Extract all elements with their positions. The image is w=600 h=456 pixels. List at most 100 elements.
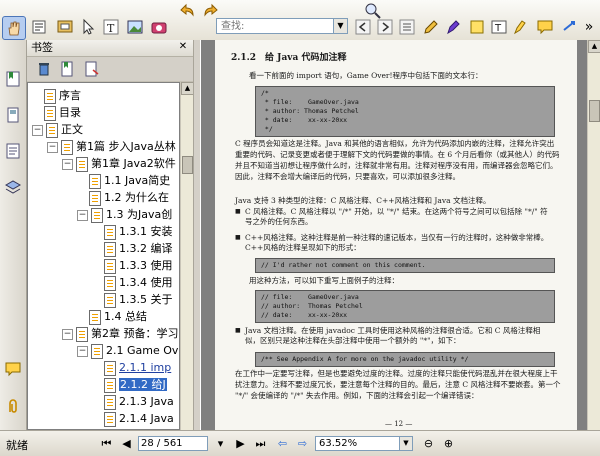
attachments-panel-icon[interactable]: [2, 396, 24, 418]
pages-panel-icon[interactable]: [2, 104, 24, 126]
collapse-icon[interactable]: −: [62, 328, 73, 340]
collapse-icon[interactable]: −: [47, 141, 58, 153]
zoom-in-icon[interactable]: [362, 0, 384, 22]
bookmark-item[interactable]: 1.3.5 关于: [104, 291, 173, 308]
collapse-icon[interactable]: −: [77, 209, 88, 221]
bookmark-label: 1.3.4 使用: [119, 276, 173, 289]
comment-icon[interactable]: [534, 16, 556, 38]
svg-text:T: T: [494, 23, 502, 34]
panel-splitter[interactable]: [193, 40, 201, 430]
toolbar-overflow-icon[interactable]: »: [578, 16, 600, 38]
bookmark-item[interactable]: 1.3.3 使用: [104, 257, 173, 274]
page-number-input[interactable]: 28 / 561: [138, 436, 208, 451]
bookmarks-tools: [27, 57, 193, 82]
bookmark-item[interactable]: − 正文: [32, 121, 83, 138]
bookmark-item[interactable]: 1.3.2 编译: [104, 240, 173, 257]
bookmark-item[interactable]: 1.3.4 使用: [104, 274, 173, 291]
bookmark-item[interactable]: 2.1.2 给J: [104, 376, 167, 393]
text-tool-icon[interactable]: T: [100, 16, 122, 38]
collapse-icon[interactable]: −: [77, 345, 88, 357]
bookmark-item[interactable]: 2.1.3 Java: [104, 393, 174, 410]
bookmark-item[interactable]: − 第2章 预备：学习: [62, 325, 179, 342]
bookmark-item[interactable]: 1.1 Java简史: [89, 172, 170, 189]
document-vscroll[interactable]: ▲: [587, 40, 600, 430]
select-text-icon[interactable]: [28, 16, 50, 38]
bookmark-label: 第1章 Java2软件: [91, 157, 176, 170]
code-line: /*: [261, 89, 269, 97]
code-line: // date: xx-xx-20xx: [261, 311, 348, 319]
code-line: // file: GameOver.java: [261, 293, 359, 301]
bookmark-item[interactable]: 序言: [44, 87, 81, 104]
zoom-out-icon[interactable]: ⊖: [420, 435, 437, 452]
highlight-icon[interactable]: [510, 16, 532, 38]
bookmark-tree-vscroll[interactable]: ▲: [180, 82, 194, 430]
snapshot-icon[interactable]: [54, 16, 76, 38]
comments-panel-icon[interactable]: [2, 358, 24, 380]
paragraph-2: Java 支持 3 种类型的注释：C 风格注释、C++风格注释和 Java 文档…: [235, 196, 491, 205]
annotations-panel-icon[interactable]: [2, 140, 24, 162]
last-page-icon[interactable]: ⏭: [252, 435, 269, 452]
bookmark-page-icon: [61, 139, 73, 155]
bullet-c-style: C 风格注释。C 风格注释以 "/*" 开始，以 "*/" 结束。在这两个符号之…: [235, 207, 555, 227]
scroll-thumb[interactable]: [182, 156, 193, 174]
search-dropdown-icon[interactable]: ▼: [334, 18, 348, 34]
pointer-icon[interactable]: [78, 16, 100, 38]
doc-scroll-up-icon[interactable]: ▲: [588, 40, 600, 53]
link-icon[interactable]: [558, 16, 580, 38]
zoom-dropdown-icon[interactable]: ▼: [399, 437, 412, 450]
hand-tool-icon[interactable]: [2, 16, 26, 40]
camera-icon[interactable]: [148, 16, 170, 38]
layers-panel-icon[interactable]: [2, 176, 24, 198]
bookmark-page-icon: [89, 173, 101, 189]
delete-bookmark-icon[interactable]: [33, 58, 55, 80]
document-view: 2.1.2 给 Java 代码加注释 看一下前面的 import 语句，Game…: [201, 40, 587, 430]
bookmark-page-icon: [104, 292, 116, 308]
bookmark-label: 正文: [61, 123, 83, 136]
bookmark-item[interactable]: 2.1.1 imp: [104, 359, 171, 376]
page-dropdown-icon[interactable]: ▾: [212, 435, 229, 452]
next-page-icon[interactable]: ▶: [232, 435, 249, 452]
bookmark-label: 1.2 为什么在: [104, 191, 169, 204]
bookmark-label: 2.1.4 Java: [119, 412, 174, 425]
left-icon-strip: [0, 40, 27, 430]
previous-page-icon[interactable]: ◀: [118, 435, 135, 452]
first-page-icon[interactable]: ⏮: [98, 435, 115, 452]
bookmark-item[interactable]: 目录: [44, 104, 81, 121]
bookmarks-panel-icon[interactable]: [2, 68, 24, 90]
bookmark-item[interactable]: 1.4 总结: [89, 308, 147, 325]
main-toolbar: T ▼ T »: [0, 0, 600, 41]
search-input[interactable]: [216, 18, 334, 34]
image-tool-icon[interactable]: [124, 16, 146, 38]
bookmark-item[interactable]: − 1.3 为Java创: [77, 206, 172, 223]
bookmark-page-icon: [76, 156, 88, 172]
zoom-value: 63.52%: [319, 438, 358, 449]
collapse-icon[interactable]: −: [62, 158, 73, 170]
intro-text: 看一下前面的 import 语句，Game Over!程序中包括下面的文本行：: [249, 71, 483, 80]
note-icon[interactable]: [466, 16, 488, 38]
bookmark-item[interactable]: 1.2 为什么在: [89, 189, 169, 206]
code-line: // author: Thomas Petchel: [261, 302, 363, 310]
bookmark-item[interactable]: − 2.1 Game Ov: [77, 342, 178, 359]
back-icon[interactable]: ⇦: [274, 435, 291, 452]
zoom-input[interactable]: 63.52% ▼: [315, 436, 413, 451]
close-panel-icon[interactable]: ✕: [177, 41, 189, 53]
zoom-in-status-icon[interactable]: ⊕: [440, 435, 457, 452]
bookmark-item[interactable]: − 第1篇 步入Java丛林: [47, 138, 176, 155]
bookmark-item[interactable]: − 第1章 Java2软件: [62, 155, 176, 172]
text-box-icon[interactable]: T: [488, 16, 510, 38]
code-block-3: // file: GameOver.java // author: Thomas…: [255, 290, 555, 323]
doc-scroll-thumb[interactable]: [589, 100, 600, 122]
find-options-icon[interactable]: [396, 16, 418, 38]
bookmark-page-icon: [89, 309, 101, 325]
pencil-icon[interactable]: [420, 16, 442, 38]
forward-icon[interactable]: ⇨: [294, 435, 311, 452]
bookmark-label: 1.1 Java简史: [104, 174, 171, 187]
bookmark-properties-icon[interactable]: [81, 58, 103, 80]
bookmark-item[interactable]: 2.1.4 Java: [104, 410, 174, 427]
undo-icon[interactable]: [176, 0, 198, 22]
collapse-icon[interactable]: −: [32, 124, 43, 136]
new-bookmark-icon[interactable]: [57, 58, 79, 80]
bookmark-page-icon: [104, 224, 116, 240]
marker-icon[interactable]: [442, 16, 464, 38]
bookmark-item[interactable]: 1.3.1 安装: [104, 223, 173, 240]
